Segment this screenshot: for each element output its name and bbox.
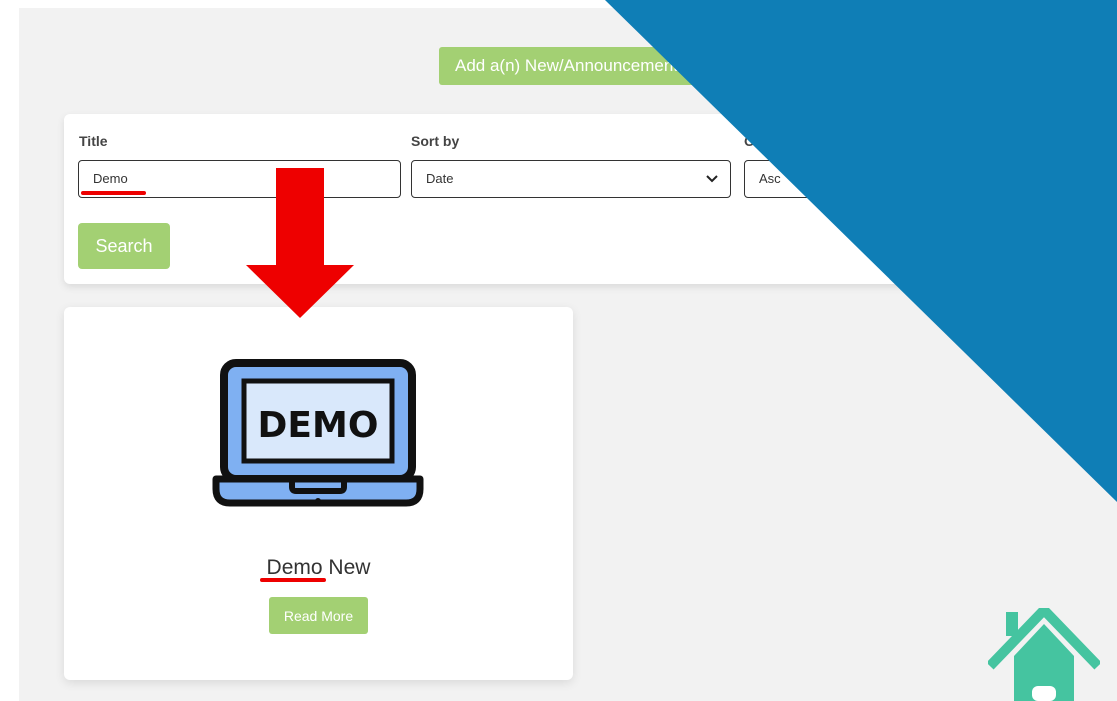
home-icon[interactable]	[988, 608, 1100, 701]
decorative-blue-triangle	[605, 0, 1117, 502]
